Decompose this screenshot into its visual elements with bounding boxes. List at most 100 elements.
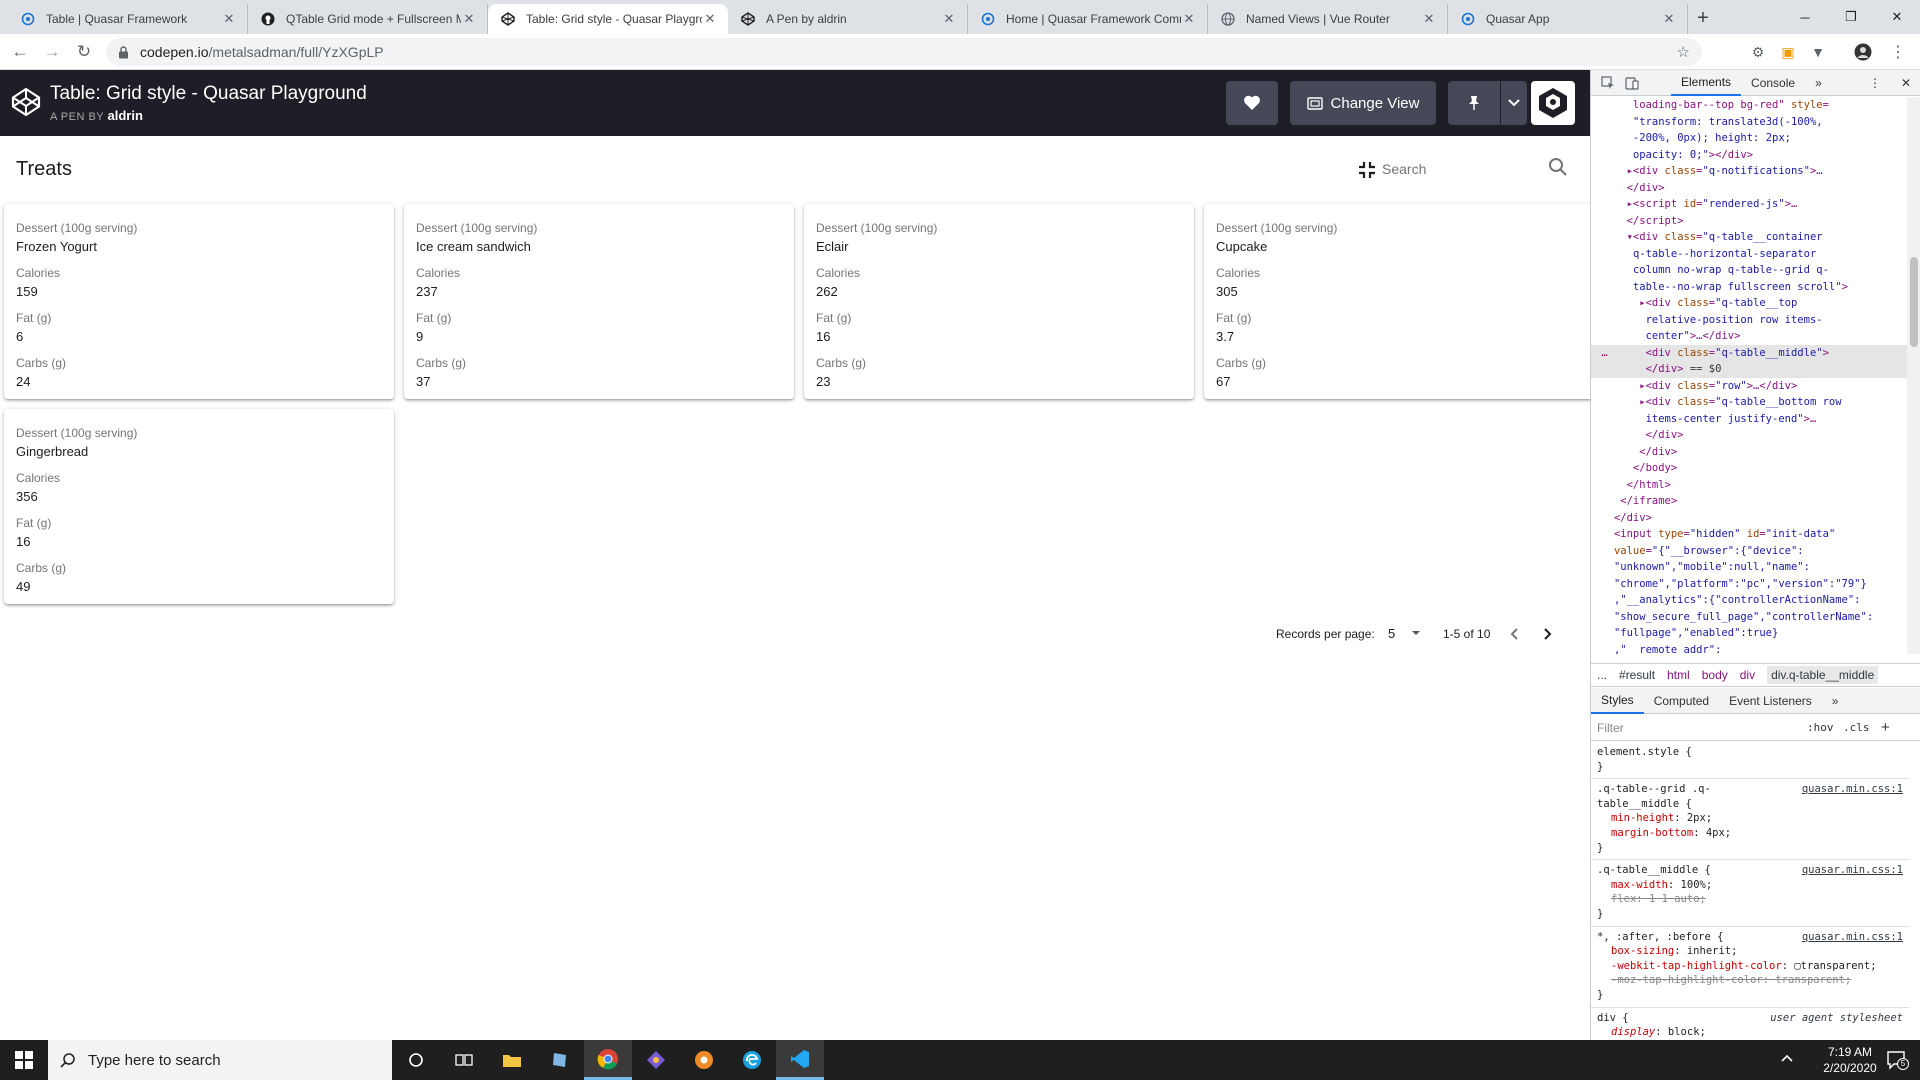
more-tabs-icon[interactable]: » — [1822, 688, 1849, 714]
close-icon[interactable]: ✕ — [702, 11, 718, 27]
task-view-icon[interactable] — [440, 1040, 488, 1080]
close-icon[interactable]: ✕ — [221, 11, 237, 27]
breadcrumb-item[interactable]: body — [1702, 668, 1728, 682]
user-avatar[interactable] — [1531, 81, 1575, 125]
close-icon[interactable]: ✕ — [941, 11, 957, 27]
back-button[interactable]: ← — [8, 40, 32, 64]
taskbar-search-box[interactable]: Type here to search — [48, 1040, 392, 1080]
browser-tab[interactable]: QTable Grid mode + Fullscreen M ✕ — [248, 4, 488, 34]
quasar-icon — [1460, 11, 1476, 27]
extension-icon[interactable]: ⚙ — [1748, 42, 1768, 62]
minimize-button[interactable]: ─ — [1782, 0, 1828, 34]
breadcrumb-item[interactable]: html — [1667, 668, 1690, 682]
tab-title: A Pen by aldrin — [766, 12, 847, 26]
notes-app-icon[interactable] — [536, 1040, 584, 1080]
taskbar-clock[interactable]: 7:19 AM 2/20/2020 — [1818, 1044, 1882, 1076]
css-rule[interactable]: quasar.min.css:1 .q-table__middle { max-w… — [1591, 860, 1909, 927]
fullscreen-exit-icon[interactable] — [1358, 161, 1376, 179]
records-per-page-select[interactable]: 5 — [1388, 626, 1395, 641]
card-field-value: 3.7 — [1216, 329, 1235, 344]
tab-elements[interactable]: Elements — [1671, 70, 1742, 96]
edge-icon[interactable] — [728, 1040, 776, 1080]
windows-taskbar: Type here to search 7:19 AM 2/20/2020 5 — [0, 1040, 1920, 1080]
breadcrumb-item[interactable]: #result — [1619, 668, 1655, 682]
tray-chevron-up-icon[interactable] — [1780, 1052, 1796, 1068]
breadcrumb-item-selected[interactable]: div.q-table__middle — [1767, 666, 1879, 684]
browser-tab[interactable]: Table | Quasar Framework ✕ — [8, 4, 248, 34]
css-rule[interactable]: quasar.min.css:1 .q-table--grid .q-table_… — [1591, 779, 1909, 861]
device-toggle-icon[interactable] — [1625, 70, 1649, 96]
author-link[interactable]: aldrin — [108, 108, 143, 123]
card-field-value: 237 — [416, 284, 438, 299]
reload-button[interactable]: ↻ — [72, 40, 96, 64]
filter-input[interactable]: Filter — [1597, 721, 1624, 735]
browser-tab[interactable]: Quasar App ✕ — [1448, 4, 1688, 34]
new-tab-button[interactable]: + — [1691, 6, 1715, 30]
tab-computed[interactable]: Computed — [1644, 688, 1719, 714]
card-field-value: 6 — [16, 329, 24, 344]
css-rule[interactable]: quasar.min.css:1 *, :after, :before { box… — [1591, 927, 1909, 1008]
dom-tree-scrollbar[interactable] — [1907, 97, 1920, 654]
profile-avatar[interactable] — [1853, 42, 1873, 62]
card-field: Calories 356 — [16, 469, 382, 514]
css-rule[interactable]: user agent stylesheet div { display: bloc… — [1591, 1008, 1909, 1041]
windows-start-icon[interactable] — [0, 1040, 48, 1080]
avatar-icon — [1534, 84, 1572, 122]
css-rules[interactable]: element.style {} quasar.min.css:1 .q-tabl… — [1591, 742, 1909, 1040]
browser-tab[interactable]: Home | Quasar Framework Comm ✕ — [968, 4, 1208, 34]
notification-count: 5 — [1897, 1058, 1909, 1070]
love-button[interactable] — [1226, 81, 1278, 125]
orange-app-icon[interactable] — [680, 1040, 728, 1080]
table-grid-card: Dessert (100g serving) Eclair Calories 262 F… — [804, 204, 1194, 399]
close-icon[interactable]: ✕ — [1661, 11, 1677, 27]
search-input[interactable] — [1382, 158, 1532, 180]
devtools-close-icon[interactable]: ✕ — [1891, 70, 1920, 96]
close-icon[interactable]: ✕ — [1421, 11, 1437, 27]
caret-down-icon[interactable] — [1410, 627, 1422, 639]
file-explorer-icon[interactable] — [488, 1040, 536, 1080]
inspect-icon[interactable] — [1591, 70, 1625, 96]
tab-title: Table | Quasar Framework — [46, 12, 188, 26]
styles-filter[interactable]: Filter :hov .cls + — [1591, 715, 1920, 741]
codepen-icon — [500, 11, 516, 27]
chevron-right-icon[interactable] — [1538, 625, 1556, 643]
change-view-button[interactable]: Change View — [1290, 81, 1436, 125]
window-close-button[interactable]: ✕ — [1874, 0, 1920, 34]
vue-devtools-icon[interactable]: ▼ — [1808, 42, 1828, 62]
tab-console[interactable]: Console — [1741, 70, 1805, 96]
breadcrumb-item[interactable]: ... — [1597, 668, 1607, 682]
tab-styles[interactable]: Styles — [1591, 688, 1644, 714]
dom-tree[interactable]: loading-bar--top bg-red" style= "transfo… — [1591, 97, 1907, 654]
close-icon[interactable]: ✕ — [461, 11, 477, 27]
address-bar[interactable]: codepen.io/metalsadman/full/YzXGpLP ☆ — [106, 38, 1702, 66]
card-field: Fat (g) 16 — [16, 514, 382, 559]
forward-button[interactable]: → — [40, 40, 64, 64]
tab-event-listeners[interactable]: Event Listeners — [1719, 688, 1822, 714]
breadcrumb-item[interactable]: div — [1740, 668, 1755, 682]
browser-tab[interactable]: Named Views | Vue Router ✕ — [1208, 4, 1448, 34]
chevron-left-icon[interactable] — [1506, 625, 1524, 643]
add-rule-icon[interactable]: + — [1881, 719, 1890, 736]
more-tabs-icon[interactable]: » — [1805, 70, 1832, 96]
cortana-icon[interactable] — [392, 1040, 440, 1080]
hover-state-toggle[interactable]: :hov — [1807, 721, 1834, 734]
codepen-logo-icon[interactable] — [10, 86, 42, 118]
extension-icon[interactable]: ▣ — [1778, 42, 1798, 62]
close-icon[interactable]: ✕ — [1181, 11, 1197, 27]
browser-tab-active[interactable]: Table: Grid style - Quasar Playgro ✕ — [488, 4, 728, 34]
vscode-icon[interactable] — [776, 1040, 824, 1080]
chrome-icon[interactable] — [584, 1040, 632, 1080]
git-kraken-icon[interactable] — [632, 1040, 680, 1080]
restore-button[interactable]: ❐ — [1828, 0, 1874, 34]
bookmark-star-icon[interactable]: ☆ — [1677, 43, 1690, 61]
devtools-menu-icon[interactable]: ⋮ — [1859, 70, 1891, 96]
search-icon[interactable] — [1548, 157, 1568, 177]
browser-tab[interactable]: A Pen by aldrin ✕ — [728, 4, 968, 34]
notification-center-icon[interactable]: 5 — [1886, 1050, 1909, 1070]
menu-icon[interactable]: ⋮ — [1888, 42, 1908, 62]
class-toggle[interactable]: .cls — [1843, 721, 1870, 734]
pin-dropdown-button[interactable] — [1501, 81, 1527, 125]
card-field-label: Calories — [1216, 266, 1261, 280]
pin-button[interactable] — [1448, 81, 1500, 125]
css-rule[interactable]: element.style {} — [1591, 742, 1909, 780]
